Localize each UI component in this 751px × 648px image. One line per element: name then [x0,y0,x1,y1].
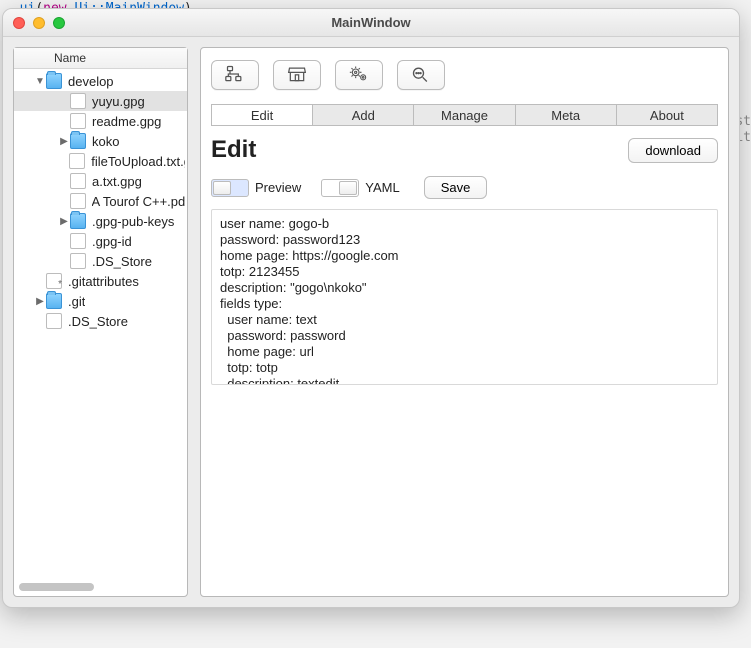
search-icon [411,65,431,86]
preview-toggle[interactable] [211,179,249,197]
yaml-label: YAML [365,180,399,195]
window-title: MainWindow [3,15,739,30]
file-icon [70,233,86,249]
folder-icon [70,133,86,149]
tree-row[interactable]: ▶ .git [14,291,187,311]
window-body: Name ▼ develop yuyu.gpg readme.gpg ▶ koko file… [3,37,739,607]
file-icon [70,173,86,189]
tree-row[interactable]: yuyu.gpg [14,91,187,111]
file-icon [70,93,86,109]
titlebar[interactable]: MainWindow [3,9,739,37]
file-icon [46,313,62,329]
tree-label: A Tourof C++.pdf [92,194,185,209]
zoom-icon[interactable] [53,17,65,29]
minimize-icon[interactable] [33,17,45,29]
folder-icon [46,293,62,309]
file-settings-icon [46,273,62,289]
page-title: Edit [211,136,256,164]
tree-label: .gpg-pub-keys [92,214,174,229]
tab-add[interactable]: Add [313,105,414,125]
gears-icon [349,65,369,86]
chevron-down-icon[interactable]: ▼ [34,76,46,87]
tab-manage[interactable]: Manage [414,105,515,125]
preview-label: Preview [255,180,301,195]
chevron-right-icon[interactable]: ▶ [34,296,46,307]
scrollbar-thumb[interactable] [19,583,94,591]
download-button[interactable]: download [628,138,718,163]
toggle-row: Preview YAML Save [211,176,718,199]
tree-label: yuyu.gpg [92,94,145,109]
tree-row[interactable]: .gpg-id [14,231,187,251]
save-button[interactable]: Save [424,176,488,199]
folder-icon [46,73,62,89]
tree-label: fileToUpload.txt.g [91,154,185,169]
sidebar-scrollbar[interactable] [17,581,184,593]
tree-header[interactable]: Name [14,48,187,69]
main-panel: EditAddManageMetaAbout Edit download Pre… [200,47,729,597]
tree-icon [225,65,245,86]
tree-button[interactable] [211,60,259,90]
main-window: MainWindow Name ▼ develop yuyu.gpg readme.g… [2,8,740,608]
tree-row[interactable]: ▼ develop [14,71,187,91]
tree-row[interactable]: A Tourof C++.pdf [14,191,187,211]
file-tree[interactable]: ▼ develop yuyu.gpg readme.gpg ▶ koko fileToUpl… [14,69,187,578]
tree-row[interactable]: ▶ koko [14,131,187,151]
tree-row[interactable]: a.txt.gpg [14,171,187,191]
store-icon [287,65,307,86]
tree-label: readme.gpg [92,114,161,129]
close-icon[interactable] [13,17,25,29]
yaml-toggle[interactable] [321,179,359,197]
tree-label: koko [92,134,119,149]
tree-row[interactable]: fileToUpload.txt.g [14,151,187,171]
editor[interactable]: user name: gogo-b password: password123 … [211,209,718,385]
tree-label: .gitattributes [68,274,139,289]
search-button[interactable] [397,60,445,90]
page-header: Edit download [211,136,718,164]
tree-row[interactable]: ▶ .gpg-pub-keys [14,211,187,231]
chevron-right-icon[interactable]: ▶ [58,216,70,227]
tree-label: .git [68,294,85,309]
tree-label: .DS_Store [92,254,152,269]
file-icon [70,113,86,129]
tab-edit[interactable]: Edit [212,105,313,125]
file-icon [70,253,86,269]
settings-button[interactable] [335,60,383,90]
tab-about[interactable]: About [617,105,717,125]
tree-row[interactable]: .DS_Store [14,311,187,331]
toolbar [211,60,718,90]
file-icon [70,193,86,209]
tree-row[interactable]: readme.gpg [14,111,187,131]
tree-row[interactable]: .DS_Store [14,251,187,271]
chevron-right-icon[interactable]: ▶ [58,136,70,147]
sidebar: Name ▼ develop yuyu.gpg readme.gpg ▶ koko file… [13,47,188,597]
tabbar: EditAddManageMetaAbout [211,104,718,126]
tree-label: .DS_Store [68,314,128,329]
file-icon [69,153,85,169]
tree-label: a.txt.gpg [92,174,142,189]
folder-icon [70,213,86,229]
tree-row[interactable]: .gitattributes [14,271,187,291]
window-controls [3,17,65,29]
tree-label: develop [68,74,114,89]
tab-meta[interactable]: Meta [516,105,617,125]
store-button[interactable] [273,60,321,90]
tree-label: .gpg-id [92,234,132,249]
